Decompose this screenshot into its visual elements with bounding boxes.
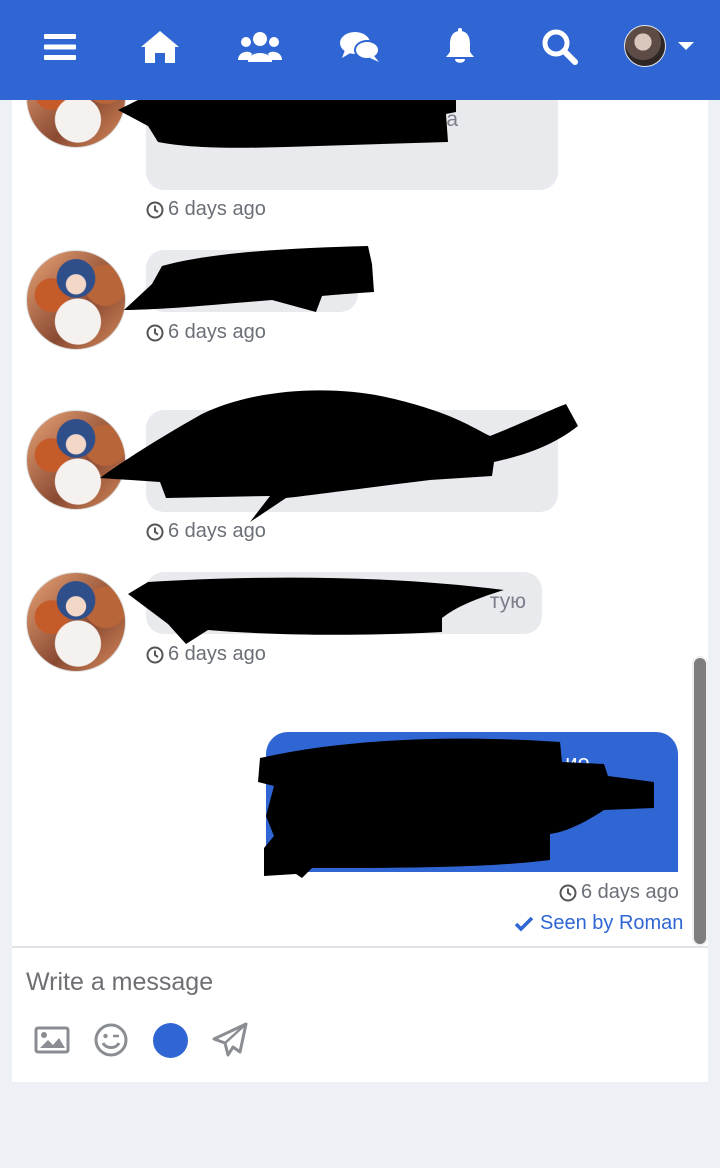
account-menu[interactable]	[624, 25, 700, 69]
clock-icon	[146, 523, 164, 540]
search-button[interactable]	[535, 22, 585, 72]
clock-icon	[146, 324, 164, 341]
emoji-button[interactable]	[91, 1020, 131, 1060]
clock-icon	[559, 884, 577, 901]
home-icon	[141, 31, 179, 63]
message-timestamp: 6 days ago	[146, 643, 266, 666]
notifications-button[interactable]	[435, 22, 485, 72]
scrollbar[interactable]	[692, 656, 708, 946]
sender-avatar[interactable]	[26, 100, 126, 148]
home-button[interactable]	[135, 22, 185, 72]
messages-icon	[340, 32, 380, 62]
record-button[interactable]	[150, 1020, 190, 1060]
message-timestamp: 6 days ago	[146, 321, 266, 344]
message-composer	[12, 946, 708, 1082]
menu-icon	[44, 34, 76, 60]
messages-button[interactable]	[335, 22, 385, 72]
image-icon	[34, 1026, 70, 1054]
message-timestamp: 6 days ago	[146, 198, 266, 221]
redaction-mark	[258, 738, 654, 878]
bell-icon	[446, 28, 474, 63]
redaction-mark	[124, 246, 374, 312]
message-timestamp: 6 days ago	[146, 520, 266, 543]
sender-avatar[interactable]	[26, 572, 126, 672]
redaction-mark	[128, 577, 504, 644]
message-input[interactable]	[26, 962, 686, 1002]
checkmark-icon	[514, 916, 534, 931]
friends-button[interactable]	[235, 22, 285, 72]
clock-icon	[146, 201, 164, 218]
send-button[interactable]	[210, 1020, 250, 1060]
redaction-mark	[100, 390, 578, 522]
search-icon	[542, 29, 578, 65]
sender-avatar[interactable]	[26, 250, 126, 350]
chevron-down-icon	[678, 42, 694, 50]
avatar	[624, 25, 666, 67]
top-navigation-bar	[0, 0, 720, 100]
redaction-mark	[118, 100, 456, 148]
message-timestamp: 6 days ago	[559, 881, 679, 904]
friends-icon	[238, 32, 282, 62]
chat-thread[interactable]: а 6 days ago 6 days ago 6 days ago тую 6…	[12, 100, 708, 946]
seen-status: Seen by Roman	[514, 912, 683, 935]
menu-button[interactable]	[35, 22, 85, 72]
clock-icon	[146, 646, 164, 663]
emoji-icon	[94, 1023, 128, 1057]
record-dot-icon	[152, 1022, 188, 1058]
attach-image-button[interactable]	[32, 1020, 72, 1060]
send-icon	[212, 1022, 248, 1057]
